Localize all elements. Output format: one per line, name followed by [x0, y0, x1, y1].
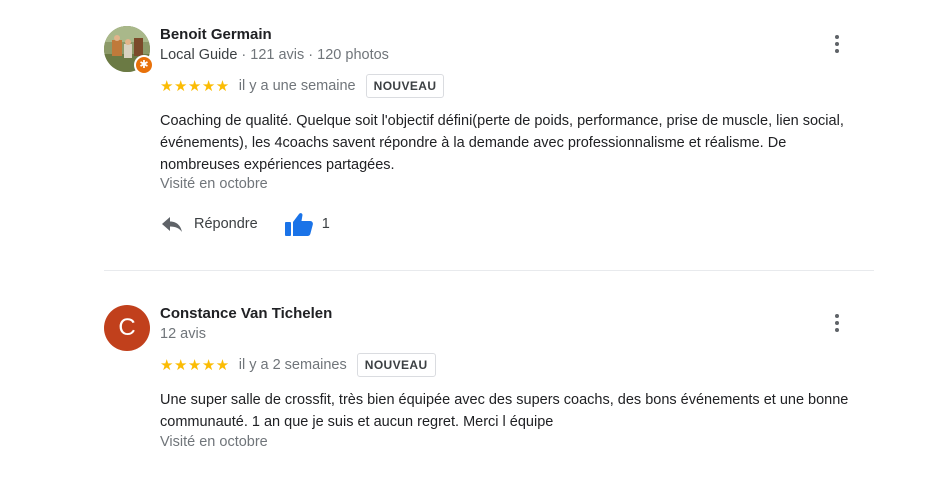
local-guide-label: Local Guide [160, 47, 238, 63]
more-options-button[interactable] [827, 32, 847, 56]
more-vert-icon-dot [835, 321, 839, 325]
review-text: Coaching de qualité. Quelque soit l'obje… [160, 113, 844, 173]
reply-label: Répondre [194, 216, 258, 232]
more-options-button[interactable] [827, 311, 847, 335]
more-vert-icon-dot [835, 328, 839, 332]
new-badge: NOUVEAU [356, 353, 436, 377]
review-author-stats: · 121 avis · 120 photos [237, 47, 389, 63]
avatar[interactable]: C [104, 305, 150, 351]
thumbs-up-icon [284, 213, 313, 236]
review-time: il y a 2 semaines [238, 357, 347, 373]
like-button[interactable]: 1 [284, 211, 330, 237]
visited-date: Visité en octobre [160, 176, 268, 192]
review-author[interactable]: Benoit Germain [160, 26, 272, 43]
reply-icon [162, 217, 182, 232]
reply-button[interactable]: Répondre [160, 214, 258, 234]
review-divider [104, 270, 874, 271]
review-author[interactable]: Constance Van Tichelen [160, 305, 332, 322]
more-vert-icon [835, 314, 839, 318]
more-vert-icon-dot [835, 42, 839, 46]
review-time: il y a une semaine [238, 78, 356, 94]
review-text: Une super salle de crossfit, très bien é… [160, 392, 849, 430]
avatar-letter: C [104, 305, 150, 351]
more-vert-icon [835, 35, 839, 39]
star-rating: ★★★★★ [160, 357, 230, 374]
like-count: 1 [321, 216, 330, 232]
new-badge: NOUVEAU [365, 74, 445, 98]
rating-row: ★★★★★ il y a 2 semaines NOUVEAU [160, 353, 436, 377]
review-author-stats: 12 avis [160, 326, 206, 342]
more-vert-icon-dot [835, 49, 839, 53]
avatar[interactable]: ✱ [104, 26, 154, 75]
local-guide-badge-icon: ✱ [134, 55, 154, 75]
review-actions: Répondre 1 [160, 209, 330, 239]
visited-date: Visité en octobre [160, 434, 268, 450]
star-rating: ★★★★★ [160, 78, 230, 95]
review-author-meta: Local Guide · 121 avis · 120 photos [160, 47, 389, 63]
rating-row: ★★★★★ il y a une semaine NOUVEAU [160, 74, 445, 98]
